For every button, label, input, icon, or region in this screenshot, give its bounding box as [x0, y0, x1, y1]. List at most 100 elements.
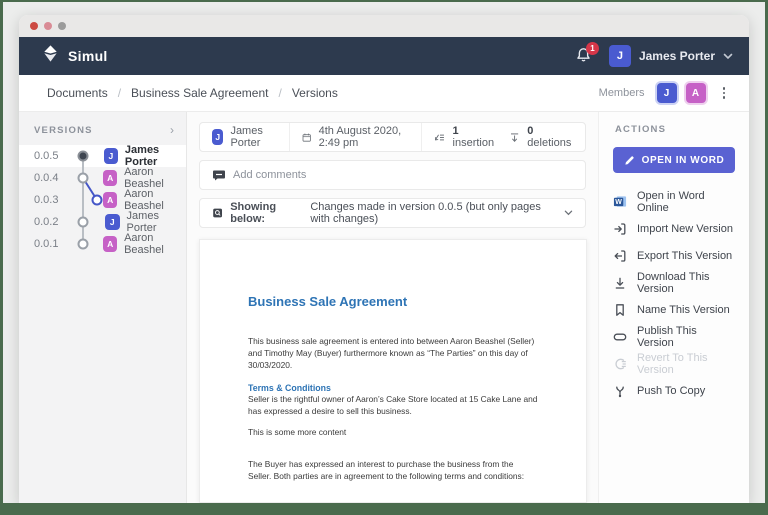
user-menu[interactable]: J James Porter	[609, 45, 733, 67]
version-author-avatar: J	[104, 148, 118, 164]
version-number: 0.0.5	[34, 150, 63, 162]
user-avatar: J	[609, 45, 631, 67]
publish-icon	[613, 330, 627, 344]
action-export-this-version[interactable]: Export This Version	[613, 242, 735, 269]
breadcrumb-versions: Versions	[292, 86, 338, 100]
version-row-002[interactable]: 0.0.2 J James Porter	[19, 211, 186, 233]
deletions-icon	[509, 131, 520, 144]
meta-changes: 1 insertion 0 deletions	[421, 123, 585, 151]
version-author-name: Aaron Beashel	[124, 166, 186, 190]
chevron-down-icon	[723, 53, 733, 60]
version-author-name: Aaron Beashel	[124, 232, 186, 256]
export-icon	[613, 249, 627, 263]
insertions-count: 1	[453, 125, 459, 137]
open-in-word-label: OPEN IN WORD	[642, 155, 725, 166]
window-titlebar	[19, 15, 749, 37]
showing-below-dropdown[interactable]: Showing below: Changes made in version 0…	[199, 198, 586, 228]
version-author-avatar: A	[103, 192, 117, 208]
page-background: Simul 1 J James Porter Documents / Busin…	[3, 2, 765, 503]
action-publish-this-version[interactable]: Publish This Version	[613, 323, 735, 350]
user-name: James Porter	[639, 49, 715, 63]
version-author-name: James Porter	[125, 144, 186, 168]
breadcrumb-separator: /	[118, 86, 121, 100]
actions-sidebar: ACTIONS OPEN IN WORD W Open in Word Onli…	[598, 112, 749, 503]
minimize-window-icon[interactable]	[44, 22, 52, 30]
import-icon	[613, 222, 627, 236]
word-online-icon: W	[613, 195, 627, 209]
version-number: 0.0.3	[34, 194, 62, 206]
version-author-name: Aaron Beashel	[124, 188, 186, 212]
brand-name: Simul	[68, 48, 108, 64]
action-name-this-version[interactable]: Name This Version	[613, 296, 735, 323]
version-row-005[interactable]: 0.0.5 J James Porter	[19, 145, 186, 167]
revert-icon	[613, 357, 627, 371]
maximize-window-icon[interactable]	[58, 22, 66, 30]
version-author-avatar: A	[103, 170, 117, 186]
close-window-icon[interactable]	[30, 22, 38, 30]
insertions-icon	[434, 131, 445, 144]
calendar-icon	[302, 131, 311, 144]
member-avatar-aaron[interactable]: A	[686, 83, 706, 103]
version-author-avatar: J	[105, 214, 120, 230]
version-row-003[interactable]: 0.0.3 A Aaron Beashel	[19, 189, 186, 211]
version-number: 0.0.4	[34, 172, 62, 184]
actions-title: ACTIONS	[615, 124, 666, 135]
document-paragraph: This business sale agreement is entered …	[248, 335, 538, 372]
versions-list: 0.0.5 J James Porter 0.0.4 A Aaron Beash…	[19, 145, 186, 255]
showing-value: Changes made in version 0.0.5 (but only …	[310, 201, 552, 225]
action-import-new-version[interactable]: Import New Version	[613, 215, 735, 242]
version-number: 0.0.1	[34, 238, 62, 250]
version-meta-bar: J James Porter 4th August 2020, 2:49 pm	[199, 122, 586, 152]
action-open-in-word-online[interactable]: W Open in Word Online	[613, 188, 735, 215]
branch-icon	[613, 384, 627, 398]
bookmark-icon	[613, 303, 627, 317]
member-avatar-james[interactable]: J	[657, 83, 677, 103]
brand-logo[interactable]: Simul	[41, 44, 108, 68]
action-push-to-copy[interactable]: Push To Copy	[613, 377, 735, 404]
version-row-004[interactable]: 0.0.4 A Aaron Beashel	[19, 167, 186, 189]
breadcrumb-bar: Documents / Business Sale Agreement / Ve…	[19, 75, 749, 112]
pencil-icon	[624, 155, 635, 166]
open-in-word-button[interactable]: OPEN IN WORD	[613, 147, 735, 173]
versions-sidebar: VERSIONS › 0.0.5 J James Porter 0.0.4 A …	[19, 112, 187, 503]
document-paragraph: This is some more content	[248, 426, 538, 438]
notifications-button[interactable]: 1	[575, 46, 595, 66]
deletions-label: deletions	[527, 137, 571, 149]
breadcrumb-separator: /	[278, 86, 281, 100]
document-heading: Description of Business	[248, 503, 538, 504]
breadcrumb-document-title[interactable]: Business Sale Agreement	[131, 86, 268, 100]
download-icon	[613, 276, 627, 290]
insertions-label: insertion	[453, 137, 495, 149]
app-window: Simul 1 J James Porter Documents / Busin…	[19, 15, 749, 503]
members-label: Members	[599, 87, 645, 99]
add-comments-placeholder: Add comments	[233, 169, 306, 181]
version-detail-panel: J James Porter 4th August 2020, 2:49 pm	[187, 112, 598, 503]
comment-icon	[212, 168, 226, 182]
document-heading: Terms & Conditions	[248, 383, 538, 393]
document-paragraph: The Buyer has expressed an interest to p…	[248, 458, 538, 482]
document-preview: Business Sale Agreement This business sa…	[199, 239, 587, 503]
document-paragraph: Seller is the rightful owner of Aaron’s …	[248, 393, 538, 417]
add-comments-field[interactable]: Add comments	[199, 160, 586, 190]
versions-title: VERSIONS	[34, 125, 93, 136]
simul-diamond-icon	[41, 44, 60, 68]
preview-changes-icon	[212, 206, 223, 220]
meta-date-text: 4th August 2020, 2:49 pm	[319, 125, 410, 149]
deletions-count: 0	[527, 125, 533, 137]
notification-badge: 1	[586, 42, 599, 55]
version-row-001[interactable]: 0.0.1 A Aaron Beashel	[19, 233, 186, 255]
meta-date: 4th August 2020, 2:49 pm	[289, 123, 421, 151]
chevron-down-icon	[564, 209, 573, 217]
versions-expand-icon[interactable]: ›	[170, 124, 174, 136]
version-number: 0.0.2	[34, 216, 64, 228]
document-title: Business Sale Agreement	[248, 294, 538, 309]
meta-author-name: James Porter	[230, 125, 277, 149]
meta-author: J James Porter	[200, 123, 289, 151]
svg-text:W: W	[615, 199, 622, 206]
breadcrumb-documents[interactable]: Documents	[47, 86, 108, 100]
action-revert-to-this-version: Revert To This Version	[613, 350, 735, 377]
kebab-menu-icon[interactable]	[715, 83, 734, 103]
action-download-this-version[interactable]: Download This Version	[613, 269, 735, 296]
screenshot-frame: Simul 1 J James Porter Documents / Busin…	[0, 0, 768, 515]
version-author-avatar: A	[103, 236, 117, 252]
